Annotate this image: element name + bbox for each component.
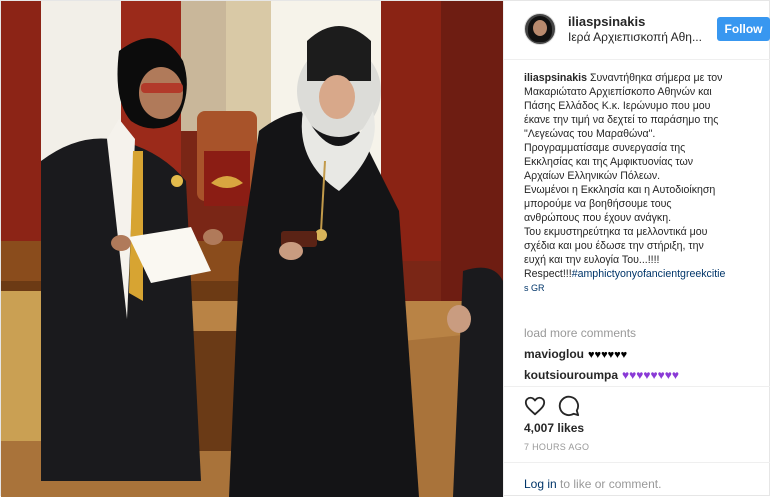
caption-line: Πάσης Ελλάδος Κ.κ. Ιερώνυμο που μου [524,100,711,112]
header-username[interactable]: iliaspsinakis [568,14,645,29]
header-location[interactable]: Ιερά Αρχιεπισκοπή Αθη... [568,30,702,44]
login-link[interactable]: Log in [524,477,557,491]
comment-username[interactable]: mavioglou [524,347,584,361]
caption-line: έκανε την τιμή να δεχτεί το παράσημο της [524,114,719,126]
caption-line: ευχή και την ευλογία Του...!!!! [524,254,660,266]
instagram-post: iliaspsinakis Ιερά Αρχιεπισκοπή Αθη... F… [0,0,770,497]
avatar-face [533,20,547,36]
caption-respect: Respect!!! [524,268,572,280]
caption-line: Αρχαίων Ελληνικών Πόλεων. [524,170,661,182]
follow-button[interactable]: Follow [717,17,770,41]
caption-line: Μακαριώτατο Αρχιεπίσκοπο Αθηνών και [524,86,712,98]
comment: mavioglou ♥♥♥♥♥♥ [524,347,627,361]
caption: iliaspsinakis Συναντήθηκα σήμερα με τον … [524,71,756,339]
load-more-comments[interactable]: load more comments [524,326,636,340]
post-photo[interactable] [1,1,503,497]
hashtag-link[interactable]: #amphictyonyofancientgreekcitie [572,268,726,280]
caption-line: Εκκλησίας και της Αμφικτυονίας των [524,156,694,168]
post-header: iliaspsinakis Ιερά Αρχιεπισκοπή Αθη... F… [504,1,770,60]
caption-line: Ενωμένοι η Εκκλησία και η Αυτοδιοίκηση [524,184,716,196]
heart-outline-icon[interactable] [524,395,546,417]
comment-text: ♥♥♥♥♥♥♥♥ [622,368,680,382]
caption-username[interactable]: iliaspsinakis [524,72,587,84]
caption-line: Του εκμυστηρεύτηκα τα μελλοντικά μου [524,226,708,238]
login-text: to like or comment. [556,477,662,491]
caption-line: Συναντήθηκα σήμερα με τον [589,72,723,84]
post-actions: 4,007 likes 7 HOURS AGO [504,386,770,463]
caption-line: "Λεγεώνας του Μαραθώνα". [524,128,656,140]
avatar[interactable] [524,13,556,45]
caption-line: Προγραμματίσαμε συνεργασία της [524,142,686,154]
photo-illustration [1,1,503,497]
comment: koutsiouroumpa ♥♥♥♥♥♥♥♥ [524,368,679,382]
post-sidebar: iliaspsinakis Ιερά Αρχιεπισκοπή Αθη... F… [503,1,770,497]
login-bar: Log in to like or comment. [504,462,770,498]
login-prompt: Log in to like or comment. [524,477,661,491]
hashtag-link-tail[interactable]: s GR [524,281,756,295]
comment-text: ♥♥♥♥♥♥ [588,349,628,361]
caption-line: μπορούμε να βοηθήσουμε τους [524,198,672,210]
caption-line: ανθρώπους που έχουν ανάγκη. [524,212,672,224]
likes-count[interactable]: 4,007 likes [524,421,584,435]
caption-last-line: Respect!!!#amphictyonyofancientgreekciti… [524,267,756,281]
caption-first-line: iliaspsinakis Συναντήθηκα σήμερα με τον [524,71,756,85]
caption-line: σχέδια και μου έδωσε την στήριξη, την [524,240,704,252]
comment-username[interactable]: koutsiouroumpa [524,368,618,382]
speech-bubble-icon[interactable] [558,395,580,417]
post-timestamp[interactable]: 7 HOURS AGO [524,442,589,452]
